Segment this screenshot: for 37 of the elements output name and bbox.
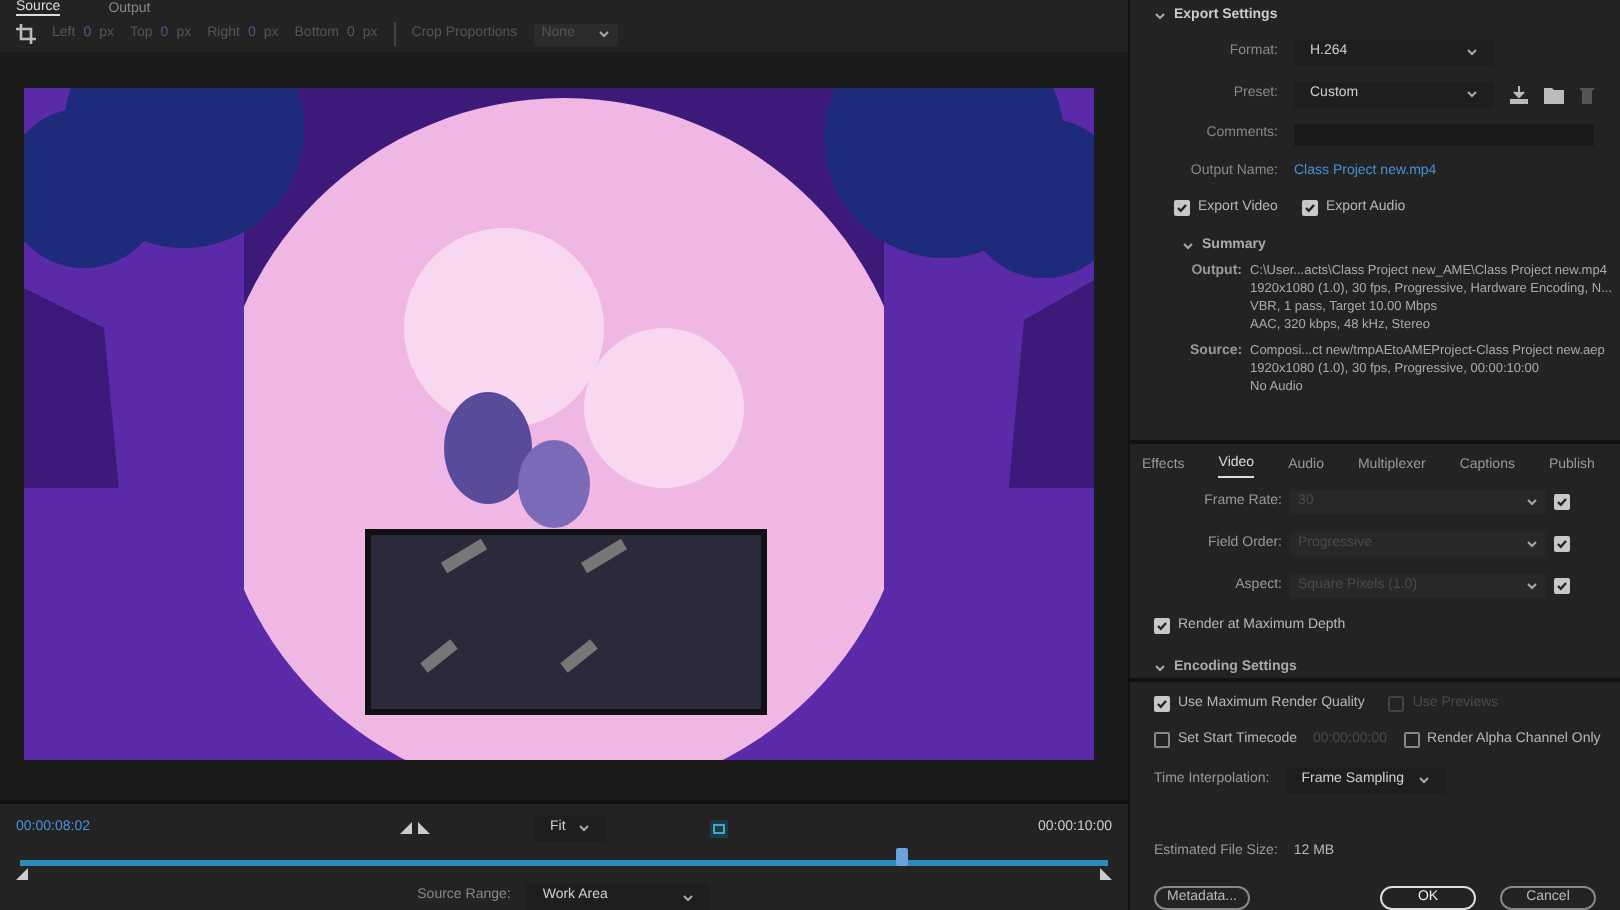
- checkmark-icon: [1556, 496, 1568, 509]
- caret-icon: [1417, 776, 1430, 784]
- out-point-icon[interactable]: [1100, 868, 1112, 880]
- checkbox[interactable]: [1174, 200, 1190, 217]
- caret-icon: [578, 824, 590, 832]
- caret-icon: [1526, 498, 1538, 507]
- chevron-icon[interactable]: [1182, 239, 1194, 252]
- crop-icon[interactable]: [16, 24, 36, 44]
- caret-icon: [1526, 540, 1538, 549]
- caret-icon: [598, 30, 611, 38]
- checkmark-icon: [1156, 620, 1168, 633]
- checkbox[interactable]: [1554, 578, 1570, 595]
- checkmark-icon: [1176, 202, 1188, 215]
- import-preset-icon[interactable]: [1544, 85, 1564, 104]
- checkmark-icon: [1556, 580, 1568, 593]
- checkbox[interactable]: [1554, 494, 1570, 511]
- chevron-icon[interactable]: [1154, 9, 1166, 22]
- in-point-icon[interactable]: [16, 868, 28, 880]
- chevron-icon[interactable]: [1154, 661, 1166, 674]
- caret-icon: [1466, 90, 1478, 99]
- checkbox[interactable]: [1154, 695, 1170, 712]
- save-preset-icon[interactable]: [1510, 85, 1528, 104]
- playhead[interactable]: [895, 848, 908, 866]
- checkbox[interactable]: [1154, 732, 1170, 749]
- checkmark-icon: [1156, 697, 1168, 710]
- checkmark-icon: [1556, 538, 1568, 551]
- caret-icon: [682, 893, 695, 901]
- caret-icon: [1526, 582, 1538, 591]
- checkbox[interactable]: [1154, 618, 1170, 635]
- checkbox[interactable]: [1554, 536, 1570, 553]
- mark-out-icon[interactable]: [418, 822, 430, 834]
- mark-in-icon[interactable]: [400, 822, 412, 834]
- checkmark-icon: [1303, 202, 1316, 215]
- caret-icon: [1466, 48, 1478, 57]
- fit-frame-icon[interactable]: [710, 819, 728, 837]
- checkbox[interactable]: [1301, 200, 1318, 217]
- checkbox[interactable]: [1403, 732, 1420, 749]
